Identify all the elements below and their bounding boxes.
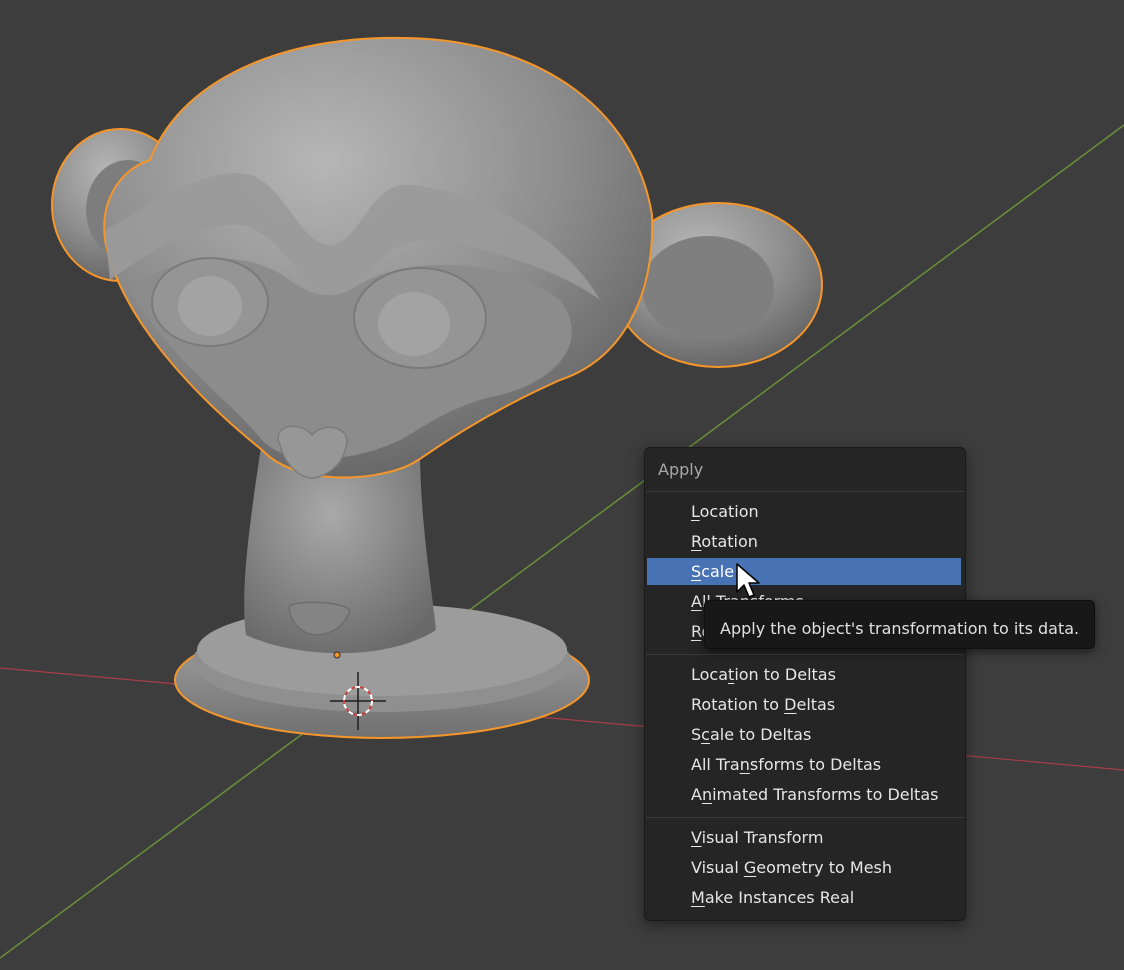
menu-item-visual-geometry-to-mesh[interactable]: Visual Geometry to Mesh [647,854,961,881]
tooltip: Apply the object's transformation to its… [704,600,1095,649]
menu-item-all-transforms-to-deltas[interactable]: All Transforms to Deltas [647,751,961,778]
menu-item-make-instances-real[interactable]: Make Instances Real [647,884,961,911]
menu-separator [646,654,964,655]
menu-item-location[interactable]: Location [647,498,961,525]
menu-title: Apply [658,460,704,479]
menu-item-rotation-to-deltas[interactable]: Rotation to Deltas [647,691,961,718]
mouse-pointer-icon [736,563,760,598]
tooltip-text: Apply the object's transformation to its… [720,619,1080,638]
menu-item-animated-transforms-to-deltas[interactable]: Animated Transforms to Deltas [647,781,961,808]
menu-separator [646,491,964,492]
menu-item-rotation[interactable]: Rotation [647,528,961,555]
origin-dot [333,651,341,659]
menu-item-location-to-deltas[interactable]: Location to Deltas [647,661,961,688]
apply-menu: Apply Location Rotation Scale All Transform… [644,447,966,921]
menu-item-scale-to-deltas[interactable]: Scale to Deltas [647,721,961,748]
menu-item-visual-transform[interactable]: Visual Transform [647,824,961,851]
menu-separator [646,817,964,818]
menu-item-scale[interactable]: Scale [647,558,961,585]
